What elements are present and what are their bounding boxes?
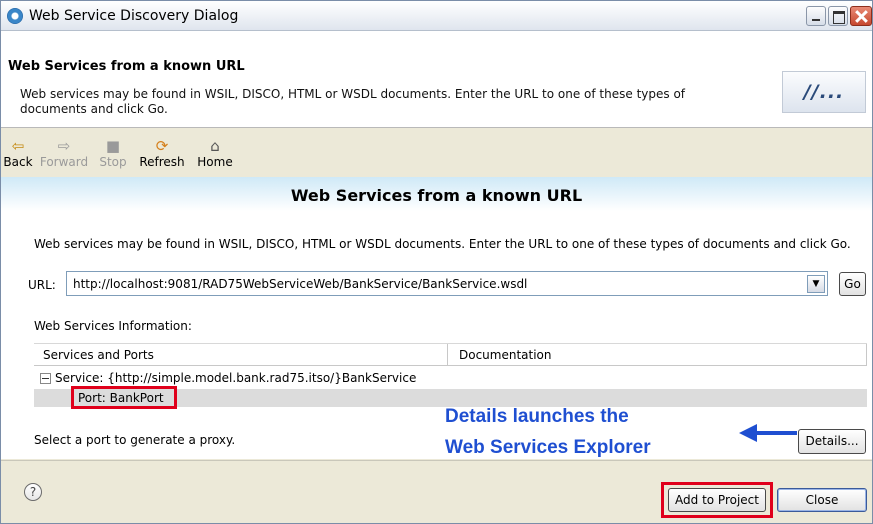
home-icon: ⌂ [210,137,220,155]
page-title: Web Services from a known URL [290,186,583,205]
banner-title: Web Services from a known URL [8,59,245,74]
collapse-toggle-icon[interactable] [40,373,51,384]
service-label: Service: {http://simple.model.bank.rad75… [55,371,417,385]
forward-label: Forward [39,155,89,169]
maximize-button[interactable] [828,6,848,26]
url-dropdown-button[interactable]: ▼ [807,275,825,293]
services-tree: Services and Ports Documentation Service… [34,343,867,409]
browser-content: Web Services from a known URL Web servic… [1,177,872,459]
banner-description: Web services may be found in WSIL, DISCO… [20,87,686,116]
banner-logo: //... [782,71,866,113]
close-button[interactable]: Close [777,488,867,512]
refresh-label: Refresh [139,155,185,169]
arrow-left-icon: ⇦ [11,137,25,155]
callout-arrow-icon [739,424,797,442]
port-highlight-box [71,386,177,409]
go-button[interactable]: Go [839,272,866,296]
window-title: Web Service Discovery Dialog [29,8,239,24]
dialog-window: Web Service Discovery Dialog Web Service… [0,0,873,524]
title-bar: Web Service Discovery Dialog [1,1,872,31]
home-button[interactable]: ⌂ Home [194,137,236,169]
callout-line-2: Web Services Explorer [445,437,651,458]
stop-button[interactable]: ■ Stop [95,137,131,169]
forward-button[interactable]: ⇨ Forward [36,137,92,169]
minimize-button[interactable] [806,6,826,26]
app-icon [7,8,23,24]
url-input[interactable] [66,271,828,296]
close-window-button[interactable] [850,6,872,26]
callout-annotation: Details launches the Web Services Explor… [445,401,755,463]
back-button[interactable]: ⇦ Back [1,137,35,169]
stop-label: Stop [99,155,127,169]
help-icon[interactable]: ? [24,483,42,501]
refresh-icon: ⟳ [155,137,169,155]
stop-icon: ■ [105,137,121,155]
refresh-button[interactable]: ⟳ Refresh [132,137,192,169]
services-info-label: Web Services Information: [34,319,192,333]
url-label: URL: [28,278,56,292]
tree-row-service[interactable]: Service: {http://simple.model.bank.rad75… [34,369,867,387]
add-to-project-button[interactable]: Add to Project [668,488,766,512]
column-header-documentation[interactable]: Documentation [448,344,867,366]
dialog-footer: ? Add to Project Close [1,460,872,523]
arrow-right-icon: ⇨ [57,137,71,155]
browser-toolbar: ⇦ Back ⇨ Forward ■ Stop ⟳ Refresh ⌂ Home [1,129,872,177]
page-description: Web services may be found in WSIL, DISCO… [34,237,851,251]
home-label: Home [197,155,233,169]
column-header-services[interactable]: Services and Ports [34,344,448,366]
select-port-hint: Select a port to generate a proxy. [34,433,236,447]
back-label: Back [3,155,33,169]
header-banner: Web Services from a known URL Web servic… [1,31,872,128]
details-button[interactable]: Details... [798,429,866,454]
callout-line-1: Details launches the [445,406,629,427]
